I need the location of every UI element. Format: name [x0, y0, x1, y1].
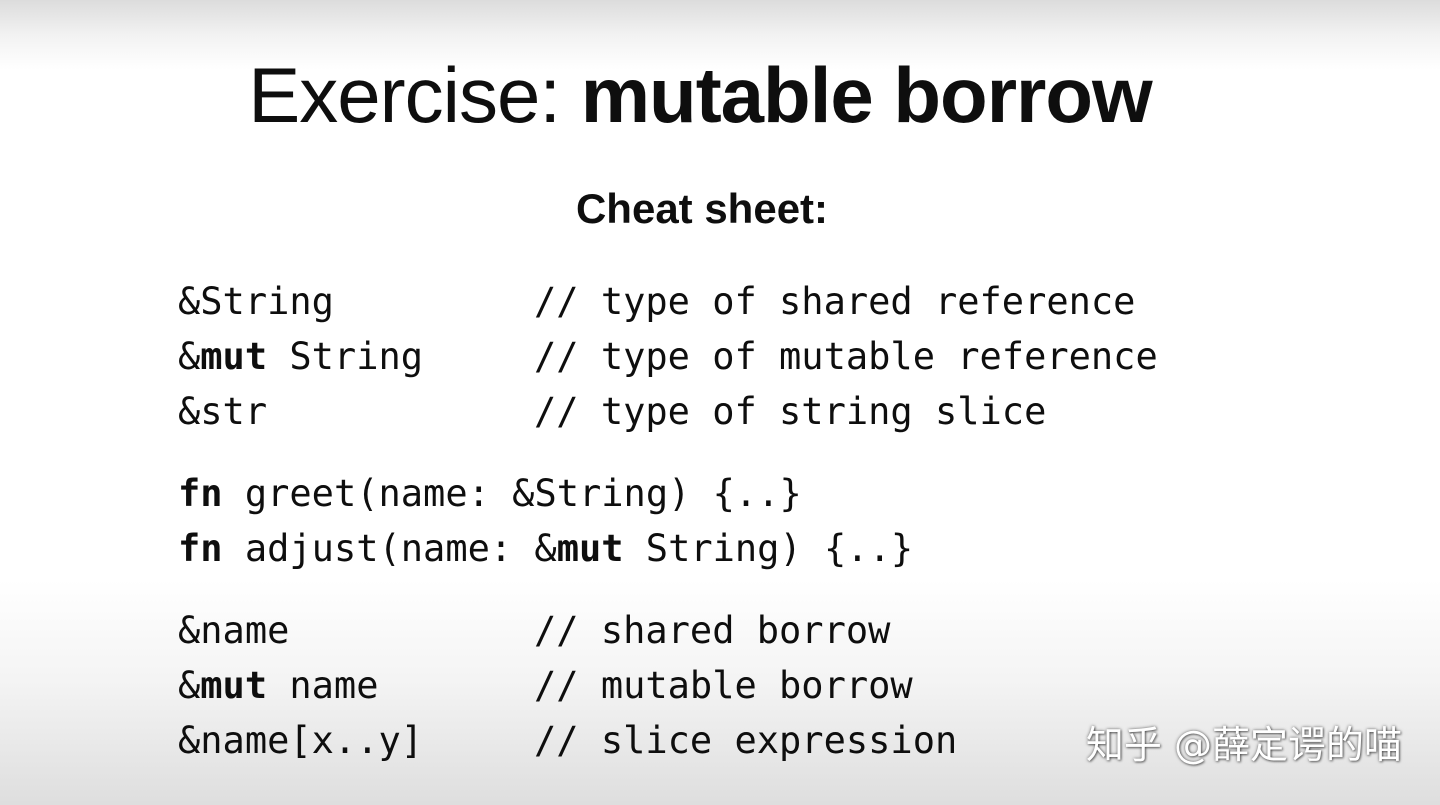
- code-text: greet(name: &: [222, 472, 535, 515]
- code-text: str: [200, 390, 268, 433]
- code-text: String: [200, 280, 334, 323]
- borrow-line-mutable: &mut name // mutable borrow: [178, 661, 913, 711]
- code-keyword: fn: [178, 527, 223, 570]
- code-comment: // shared borrow: [534, 609, 891, 652]
- code-prefix: &: [178, 719, 201, 762]
- cheat-sheet-heading: Cheat sheet:: [575, 185, 829, 232]
- code-keyword: fn: [178, 472, 223, 515]
- title-bold: mutable borrow: [580, 51, 1153, 139]
- code-comment: // type of shared reference: [534, 280, 1136, 323]
- code-comment: // type of string slice: [534, 390, 1047, 433]
- title-regular: Exercise:: [248, 51, 581, 139]
- code-text: String: [267, 335, 424, 378]
- type-line-shared-reference: &String // type of shared reference: [178, 277, 1135, 327]
- borrow-line-slice: &name[x..y] // slice expression: [178, 716, 957, 766]
- code-comment: // type of mutable reference: [534, 335, 1158, 378]
- code-text: name[x..y]: [200, 719, 424, 762]
- code-text: adjust(name: &: [222, 527, 557, 570]
- code-keyword: mut: [556, 527, 624, 570]
- borrow-line-shared: &name // shared borrow: [178, 606, 890, 656]
- zhihu-watermark: 知乎 @薛定谔的喵: [1085, 723, 1402, 767]
- code-prefix: &: [178, 390, 201, 433]
- code-text: String) {..}: [534, 472, 802, 515]
- code-text: name: [200, 609, 290, 652]
- fn-line-greet: fn greet(name: &String) {..}: [178, 469, 802, 519]
- code-comment: // mutable borrow: [534, 664, 913, 707]
- code-prefix: &: [178, 664, 201, 707]
- code-text: name: [267, 664, 379, 707]
- code-comment: // slice expression: [534, 719, 958, 762]
- code-keyword: mut: [200, 335, 268, 378]
- slide-title: Exercise: mutable borrow: [0, 50, 1400, 140]
- code-prefix: &: [178, 280, 201, 323]
- type-line-string-slice: &str // type of string slice: [178, 387, 1046, 437]
- code-text: String) {..}: [623, 527, 914, 570]
- code-keyword: mut: [200, 664, 268, 707]
- code-prefix: &: [178, 609, 201, 652]
- code-prefix: &: [178, 335, 201, 378]
- type-line-mutable-reference: &mut String // type of mutable reference: [178, 332, 1158, 382]
- fn-line-adjust: fn adjust(name: &mut String) {..}: [178, 524, 913, 574]
